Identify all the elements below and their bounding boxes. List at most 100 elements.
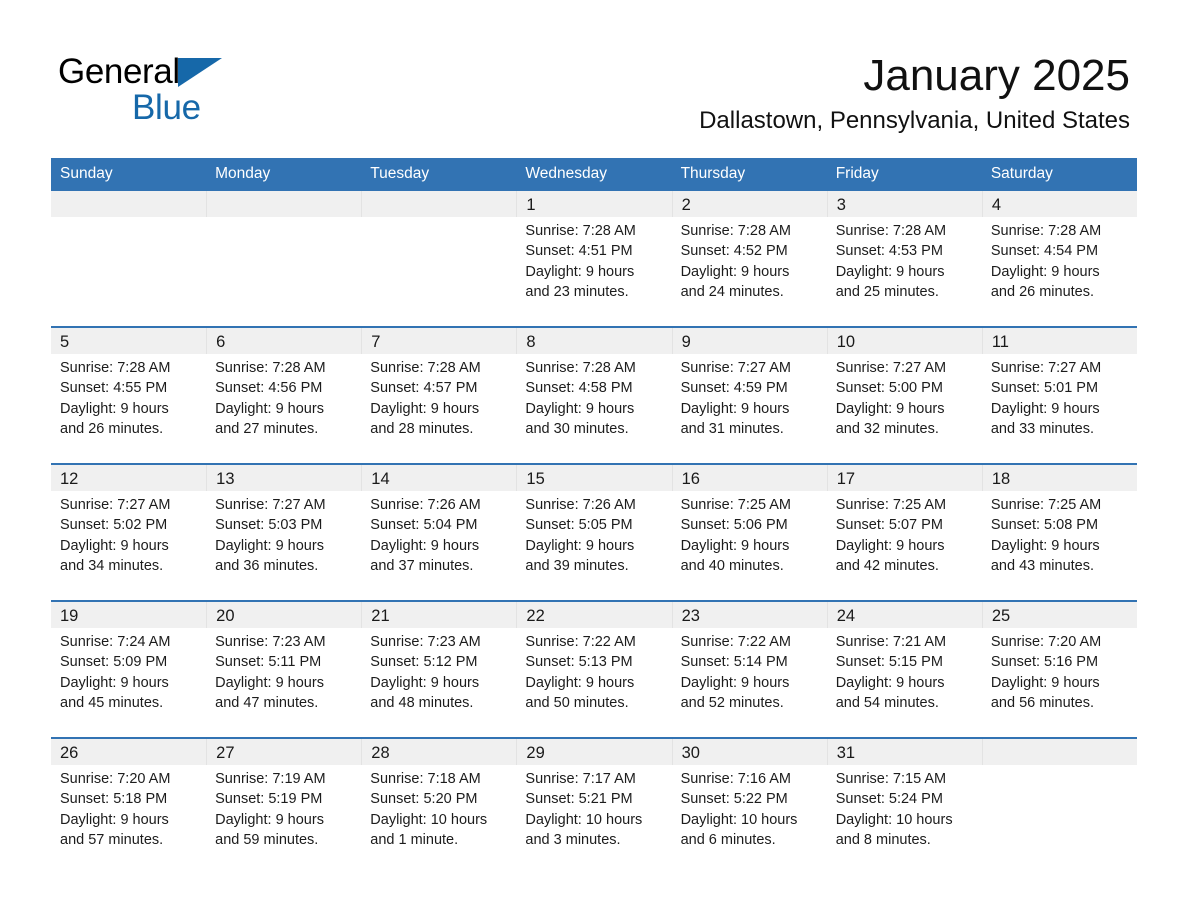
daylight-duration-line1: Daylight: 9 hours (525, 400, 635, 417)
daylight-duration-line1: Daylight: 9 hours (680, 400, 790, 417)
calendar-day-cell[interactable]: 15 Sunrise: 7:26 AM Sunset: 5:05 PM Dayligh… (516, 463, 672, 601)
sunrise-time: Sunrise: 7:28 AM (835, 223, 947, 239)
calendar-day-cell[interactable]: 12 Sunrise: 7:27 AM Sunset: 5:02 PM Dayligh… (51, 463, 207, 601)
daylight-duration-line1: Daylight: 9 hours (835, 263, 945, 280)
sunrise-time: Sunrise: 7:16 AM (680, 771, 791, 787)
calendar-day-cell[interactable]: 7 Sunrise: 7:28 AM Sunset: 4:57 PM Daylight… (361, 326, 517, 464)
calendar-day-cell-empty (981, 737, 1137, 874)
calendar-day-cell[interactable]: 23 Sunrise: 7:22 AM Sunset: 5:14 PM Dayligh… (671, 600, 827, 738)
day-number: 29 (516, 739, 672, 765)
sunset-time: Sunset: 5:14 PM (680, 654, 788, 671)
daylight-duration-line2: and 25 minutes. (835, 283, 939, 300)
day-number: 9 (671, 328, 827, 354)
calendar-day-cell[interactable]: 4 Sunrise: 7:28 AM Sunset: 4:54 PM Daylight… (981, 191, 1137, 327)
day-sun-info: Sunrise: 7:23 AM Sunset: 5:11 PM Daylight:… (206, 628, 361, 713)
sunset-time: Sunset: 4:58 PM (525, 380, 633, 397)
sunrise-time: Sunrise: 7:23 AM (215, 634, 326, 650)
day-sun-info: Sunrise: 7:28 AM Sunset: 4:51 PM Daylight:… (516, 217, 671, 302)
calendar-day-cell[interactable]: 21 Sunrise: 7:23 AM Sunset: 5:12 PM Dayligh… (361, 600, 517, 738)
calendar-day-cell[interactable]: 9 Sunrise: 7:27 AM Sunset: 4:59 PM Daylight… (671, 326, 827, 464)
day-number: 27 (206, 739, 362, 765)
calendar-day-cell[interactable]: 31 Sunrise: 7:15 AM Sunset: 5:24 PM Dayligh… (826, 737, 982, 874)
sunset-time: Sunset: 5:22 PM (680, 791, 788, 808)
calendar-day-cell-empty (361, 191, 517, 327)
sunrise-time: Sunrise: 7:23 AM (370, 634, 481, 650)
calendar-day-cell[interactable]: 22 Sunrise: 7:22 AM Sunset: 5:13 PM Dayligh… (516, 600, 672, 738)
calendar-day-cell[interactable]: 28 Sunrise: 7:18 AM Sunset: 5:20 PM Dayligh… (361, 737, 517, 874)
calendar-day-cell[interactable]: 25 Sunrise: 7:20 AM Sunset: 5:16 PM Dayligh… (981, 600, 1137, 738)
calendar-day-cell[interactable]: 27 Sunrise: 7:19 AM Sunset: 5:19 PM Dayligh… (206, 737, 362, 874)
day-number: 8 (516, 328, 672, 354)
sunrise-time: Sunrise: 7:25 AM (835, 497, 947, 513)
daylight-duration-line1: Daylight: 9 hours (680, 263, 790, 280)
generalblue-logo[interactable]: General Blue (58, 52, 318, 127)
sunrise-time: Sunrise: 7:21 AM (835, 634, 947, 650)
calendar-day-cell[interactable]: 11 Sunrise: 7:27 AM Sunset: 5:01 PM Dayligh… (981, 326, 1137, 464)
daylight-duration-line2: and 43 minutes. (990, 557, 1095, 574)
day-number: 23 (671, 602, 827, 628)
sunset-time: Sunset: 5:07 PM (835, 517, 943, 534)
day-sun-info: Sunrise: 7:27 AM Sunset: 5:00 PM Daylight:… (827, 354, 982, 439)
sunset-time: Sunset: 4:59 PM (680, 380, 788, 397)
weekday-header-saturday: Saturday (981, 158, 1137, 191)
sunset-time: Sunset: 5:08 PM (990, 517, 1099, 534)
sunrise-time: Sunrise: 7:27 AM (835, 360, 947, 376)
calendar-day-cell[interactable]: 30 Sunrise: 7:16 AM Sunset: 5:22 PM Dayligh… (671, 737, 827, 874)
daylight-duration-line2: and 36 minutes. (215, 557, 319, 574)
calendar-day-cell[interactable]: 24 Sunrise: 7:21 AM Sunset: 5:15 PM Dayligh… (826, 600, 982, 738)
calendar-day-cell[interactable]: 3 Sunrise: 7:28 AM Sunset: 4:53 PM Daylight… (826, 191, 982, 327)
calendar-day-cell[interactable]: 10 Sunrise: 7:27 AM Sunset: 5:00 PM Dayligh… (826, 326, 982, 464)
day-sun-info: Sunrise: 7:24 AM Sunset: 5:09 PM Daylight:… (51, 628, 206, 713)
day-sun-info: Sunrise: 7:15 AM Sunset: 5:24 PM Daylight:… (827, 765, 982, 850)
calendar-week-row: 5 Sunrise: 7:28 AM Sunset: 4:55 PM Daylight… (51, 326, 1137, 464)
calendar-day-cell[interactable]: 8 Sunrise: 7:28 AM Sunset: 4:58 PM Daylight… (516, 326, 672, 464)
calendar-day-cell[interactable]: 14 Sunrise: 7:26 AM Sunset: 5:04 PM Dayligh… (361, 463, 517, 601)
calendar-day-cell[interactable]: 5 Sunrise: 7:28 AM Sunset: 4:55 PM Daylight… (51, 326, 207, 464)
calendar-week-row: 12 Sunrise: 7:27 AM Sunset: 5:02 PM Dayligh… (51, 463, 1137, 601)
daylight-duration-line1: Daylight: 9 hours (525, 674, 635, 691)
title-block: January 2025 Dallastown, Pennsylvania, U… (699, 50, 1130, 136)
daylight-duration-line1: Daylight: 9 hours (990, 674, 1100, 691)
day-number: 17 (826, 465, 982, 491)
day-number: 26 (51, 739, 207, 765)
calendar-page: General Blue January 2025 Dallastown, Pe… (0, 0, 1188, 918)
calendar-day-cell[interactable]: 29 Sunrise: 7:17 AM Sunset: 5:21 PM Dayligh… (516, 737, 672, 874)
calendar-day-cell[interactable]: 6 Sunrise: 7:28 AM Sunset: 4:56 PM Daylight… (206, 326, 362, 464)
calendar-day-cell[interactable]: 17 Sunrise: 7:25 AM Sunset: 5:07 PM Dayligh… (826, 463, 982, 601)
daylight-duration-line1: Daylight: 9 hours (835, 537, 945, 554)
day-sun-info: Sunrise: 7:22 AM Sunset: 5:14 PM Daylight:… (672, 628, 827, 713)
daylight-duration-line2: and 39 minutes. (525, 557, 629, 574)
calendar-day-cell[interactable]: 18 Sunrise: 7:25 AM Sunset: 5:08 PM Dayligh… (981, 463, 1137, 601)
calendar-day-cell[interactable]: 19 Sunrise: 7:24 AM Sunset: 5:09 PM Dayligh… (51, 600, 207, 738)
sunrise-time: Sunrise: 7:28 AM (525, 223, 636, 239)
calendar-day-cell[interactable]: 20 Sunrise: 7:23 AM Sunset: 5:11 PM Dayligh… (206, 600, 362, 738)
sunset-time: Sunset: 5:09 PM (60, 654, 168, 671)
daylight-duration-line2: and 26 minutes. (990, 283, 1095, 300)
calendar-body: 1 Sunrise: 7:28 AM Sunset: 4:51 PM Daylight… (51, 191, 1137, 874)
calendar-day-cell[interactable]: 2 Sunrise: 7:28 AM Sunset: 4:52 PM Daylight… (671, 191, 827, 327)
day-sun-info: Sunrise: 7:27 AM Sunset: 5:03 PM Daylight:… (206, 491, 361, 576)
daylight-duration-line2: and 56 minutes. (990, 694, 1095, 711)
day-sun-info: Sunrise: 7:18 AM Sunset: 5:20 PM Daylight:… (361, 765, 516, 850)
logo-general-text: General (58, 52, 180, 91)
day-sun-info: Sunrise: 7:25 AM Sunset: 5:06 PM Daylight:… (672, 491, 827, 576)
calendar-day-cell[interactable]: 16 Sunrise: 7:25 AM Sunset: 5:06 PM Dayligh… (671, 463, 827, 601)
day-sun-info: Sunrise: 7:17 AM Sunset: 5:21 PM Daylight:… (516, 765, 671, 850)
day-sun-info: Sunrise: 7:28 AM Sunset: 4:55 PM Daylight:… (51, 354, 206, 439)
calendar-day-cell[interactable]: 13 Sunrise: 7:27 AM Sunset: 5:03 PM Dayligh… (206, 463, 362, 601)
calendar-day-cell[interactable]: 26 Sunrise: 7:20 AM Sunset: 5:18 PM Dayligh… (51, 737, 207, 874)
calendar-day-cell[interactable]: 1 Sunrise: 7:28 AM Sunset: 4:51 PM Daylight… (516, 191, 672, 327)
day-number: 19 (51, 602, 207, 628)
day-number: 12 (51, 465, 207, 491)
weekday-header-monday: Monday (206, 158, 362, 191)
weekday-header-sunday: Sunday (51, 158, 207, 191)
day-sun-info: Sunrise: 7:28 AM Sunset: 4:58 PM Daylight:… (516, 354, 671, 439)
page-title: January 2025 (863, 51, 1130, 100)
sunset-time: Sunset: 5:06 PM (680, 517, 788, 534)
day-number: 2 (671, 191, 827, 217)
daylight-duration-line2: and 57 minutes. (60, 831, 164, 848)
day-sun-info: Sunrise: 7:22 AM Sunset: 5:13 PM Daylight:… (516, 628, 671, 713)
sunrise-time: Sunrise: 7:28 AM (370, 360, 481, 376)
day-sun-info: Sunrise: 7:25 AM Sunset: 5:07 PM Daylight:… (827, 491, 982, 576)
daylight-duration-line2: and 24 minutes. (680, 283, 784, 300)
